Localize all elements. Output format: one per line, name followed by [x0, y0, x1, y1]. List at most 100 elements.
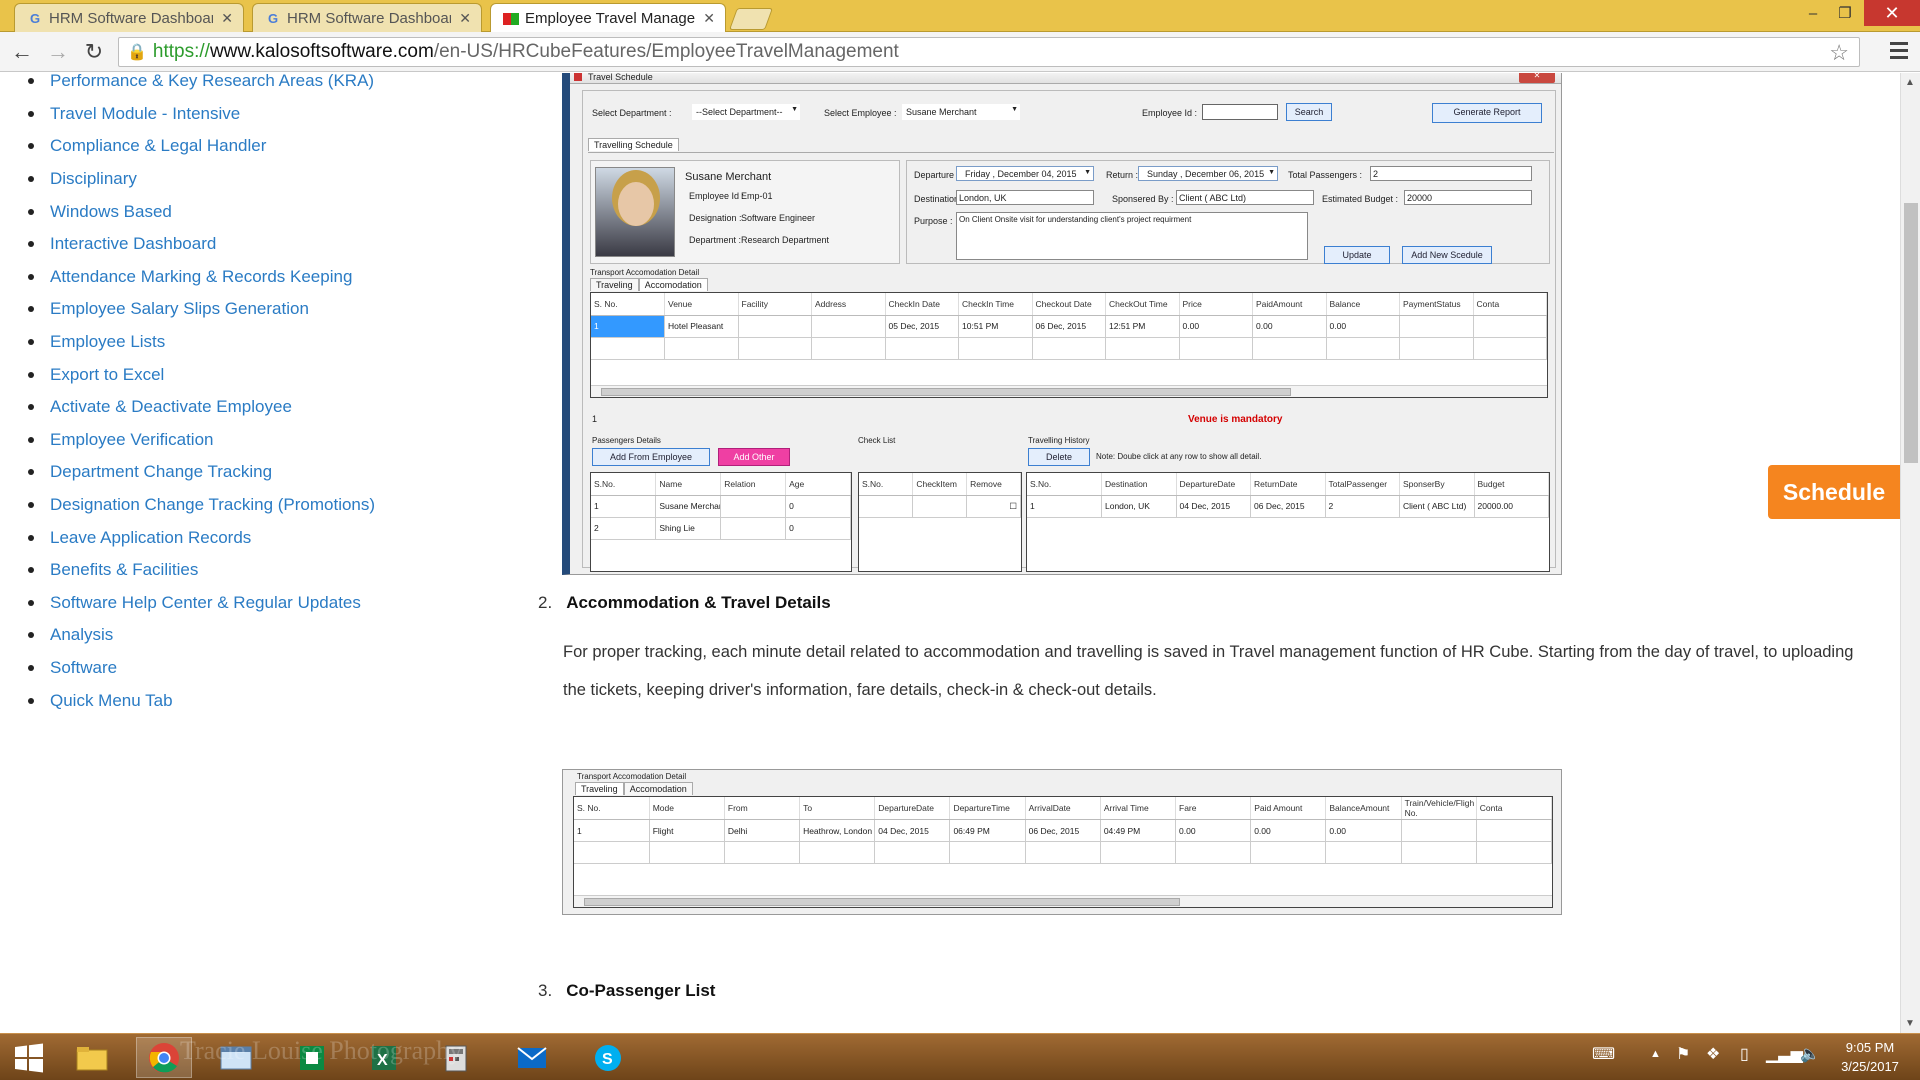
column-header[interactable]: Paid Amount	[1250, 797, 1327, 820]
sidebar-link[interactable]: Analysis	[28, 619, 375, 652]
add-other-button[interactable]: Add Other	[718, 448, 790, 466]
sidebar-link[interactable]: Designation Change Tracking (Promotions)	[28, 489, 375, 522]
column-header[interactable]: Destination	[1101, 473, 1177, 496]
search-button[interactable]: Search	[1286, 103, 1332, 121]
sidebar-link[interactable]: Activate & Deactivate Employee	[28, 391, 375, 424]
column-header[interactable]: CheckIn Time	[958, 293, 1033, 316]
column-header[interactable]: PaymentStatus	[1399, 293, 1474, 316]
horizontal-scrollbar[interactable]	[591, 385, 1547, 397]
sidebar-link[interactable]: Employee Salary Slips Generation	[28, 293, 375, 326]
column-header[interactable]: S. No.	[574, 797, 650, 820]
close-tab-icon[interactable]: ✕	[221, 10, 233, 27]
table-row[interactable]: 1 London, UK 04 Dec, 2015 06 Dec, 2015 2 Clie…	[1027, 495, 1549, 518]
show-hidden-icons-icon[interactable]: ▲	[1650, 1048, 1661, 1060]
column-header[interactable]: Price	[1179, 293, 1253, 316]
sidebar-link[interactable]: Performance & Key Research Areas (KRA)	[28, 73, 375, 98]
departure-date-picker[interactable]: Friday , December 04, 2015 ▼	[956, 166, 1094, 181]
sidebar-link[interactable]: Travel Module - Intensive	[28, 98, 375, 131]
bookmark-star-icon[interactable]: ☆	[1829, 40, 1849, 66]
back-arrow-icon[interactable]: ←	[8, 38, 36, 66]
column-header[interactable]: DepartureDate	[874, 797, 951, 820]
column-header[interactable]: CheckOut Time	[1105, 293, 1180, 316]
column-header[interactable]: S. No.	[591, 293, 665, 316]
sidebar-link[interactable]: Employee Lists	[28, 326, 375, 359]
network-icon[interactable]: ▁▃▅	[1766, 1044, 1803, 1064]
column-header[interactable]: Mode	[649, 797, 725, 820]
close-tab-icon[interactable]: ✕	[703, 10, 715, 27]
column-header[interactable]: Train/Vehicle/Fligh No.	[1401, 797, 1477, 820]
minimize-button[interactable]: –	[1798, 0, 1828, 26]
purpose-textarea[interactable]: On Client Onsite visit for understanding…	[956, 212, 1308, 260]
scroll-up-icon[interactable]: ▲	[1905, 77, 1915, 88]
column-header[interactable]: Name	[655, 473, 722, 496]
tab-traveling[interactable]: Traveling	[590, 278, 639, 291]
sidebar-link[interactable]: Compliance & Legal Handler	[28, 130, 375, 163]
column-header[interactable]: DepartureTime	[949, 797, 1026, 820]
sidebar-link[interactable]: Employee Verification	[28, 424, 375, 457]
horizontal-scrollbar[interactable]	[574, 895, 1552, 907]
tab-hrm-dashboard-1[interactable]: G HRM Software Dashboard ✕	[14, 3, 244, 32]
column-header[interactable]: To	[799, 797, 876, 820]
close-tab-icon[interactable]: ✕	[459, 10, 471, 27]
column-header[interactable]: SponserBy	[1399, 473, 1475, 496]
close-window-button[interactable]: ✕	[1864, 0, 1920, 26]
total-passengers-input[interactable]: 2	[1370, 166, 1532, 181]
sponsored-by-input[interactable]: Client ( ABC Ltd)	[1176, 190, 1314, 205]
column-header[interactable]: Checkout Date	[1032, 293, 1106, 316]
new-tab-button[interactable]	[728, 8, 774, 30]
column-header[interactable]: Address	[811, 293, 886, 316]
estimated-budget-input[interactable]: 20000	[1404, 190, 1532, 205]
volume-icon[interactable]: 🔈	[1800, 1044, 1820, 1064]
tab-traveling[interactable]: Traveling	[575, 782, 624, 795]
sidebar-link[interactable]: Benefits & Facilities	[28, 554, 375, 587]
column-header[interactable]: From	[724, 797, 801, 820]
column-header[interactable]: Arrival Time	[1100, 797, 1177, 820]
sidebar-link[interactable]: Software Help Center & Regular Updates	[28, 587, 375, 620]
scroll-down-icon[interactable]: ▼	[1905, 1018, 1915, 1029]
restore-button[interactable]: ❐	[1830, 0, 1860, 26]
generate-report-button[interactable]: Generate Report	[1432, 103, 1542, 123]
battery-icon[interactable]: ▯	[1740, 1044, 1749, 1064]
column-header[interactable]: S.No.	[591, 473, 657, 496]
add-from-employee-button[interactable]: Add From Employee	[592, 448, 710, 466]
mail-icon[interactable]	[504, 1037, 560, 1078]
schedule-button[interactable]: Schedule	[1768, 465, 1900, 519]
tab-accomodation[interactable]: Accomodation	[638, 278, 708, 291]
table-row[interactable]: 1 Hotel Pleasant 05 Dec, 2015 10:51 PM 06 De…	[591, 315, 1547, 338]
sidebar-link[interactable]: Disciplinary	[28, 163, 375, 196]
hamburger-menu-icon[interactable]	[1890, 42, 1908, 63]
dropbox-icon[interactable]: ❖	[1706, 1044, 1720, 1064]
scrollbar-thumb[interactable]	[1904, 203, 1918, 463]
column-header[interactable]: TotalPassenger	[1325, 473, 1400, 496]
column-header[interactable]: Relation	[720, 473, 787, 496]
column-header[interactable]: CheckIn Date	[885, 293, 959, 316]
column-header[interactable]: ReturnDate	[1250, 473, 1326, 496]
column-header[interactable]: Fare	[1175, 797, 1252, 820]
sidebar-link[interactable]: Interactive Dashboard	[28, 228, 375, 261]
column-header[interactable]: Facility	[738, 293, 812, 316]
reload-icon[interactable]: ↻	[80, 38, 108, 66]
department-select[interactable]: --Select Department-- ▼	[692, 104, 800, 120]
tab-employee-travel[interactable]: Employee Travel Manager ✕	[490, 3, 726, 33]
table-row[interactable]: 2 Shing Lie 0	[591, 517, 851, 540]
return-date-picker[interactable]: Sunday , December 06, 2015 ▼	[1138, 166, 1278, 181]
update-button[interactable]: Update	[1324, 246, 1390, 264]
travelling-schedule-tab[interactable]: Travelling Schedule	[588, 138, 679, 151]
sidebar-link[interactable]: Quick Menu Tab	[28, 684, 375, 717]
flag-icon[interactable]: ⚑	[1676, 1044, 1690, 1064]
close-icon[interactable]: ✕	[1519, 73, 1555, 83]
forward-arrow-icon[interactable]: →	[44, 38, 72, 66]
add-new-schedule-button[interactable]: Add New Scedule	[1402, 246, 1492, 264]
column-header[interactable]: Remove	[966, 473, 1021, 496]
column-header[interactable]: DepartureDate	[1176, 473, 1251, 496]
system-clock[interactable]: 9:05 PM 3/25/2017	[1826, 1038, 1914, 1076]
sidebar-link[interactable]: Department Change Tracking	[28, 456, 375, 489]
column-header[interactable]: ArrivalDate	[1025, 797, 1101, 820]
column-header[interactable]: Budget	[1474, 473, 1549, 496]
column-header[interactable]: Conta	[1476, 797, 1553, 820]
windows-start-icon[interactable]	[0, 1037, 58, 1078]
column-header[interactable]: CheckItem	[912, 473, 968, 496]
column-header[interactable]: Balance	[1326, 293, 1400, 316]
column-header[interactable]: PaidAmount	[1252, 293, 1327, 316]
employee-id-input[interactable]	[1202, 104, 1278, 120]
